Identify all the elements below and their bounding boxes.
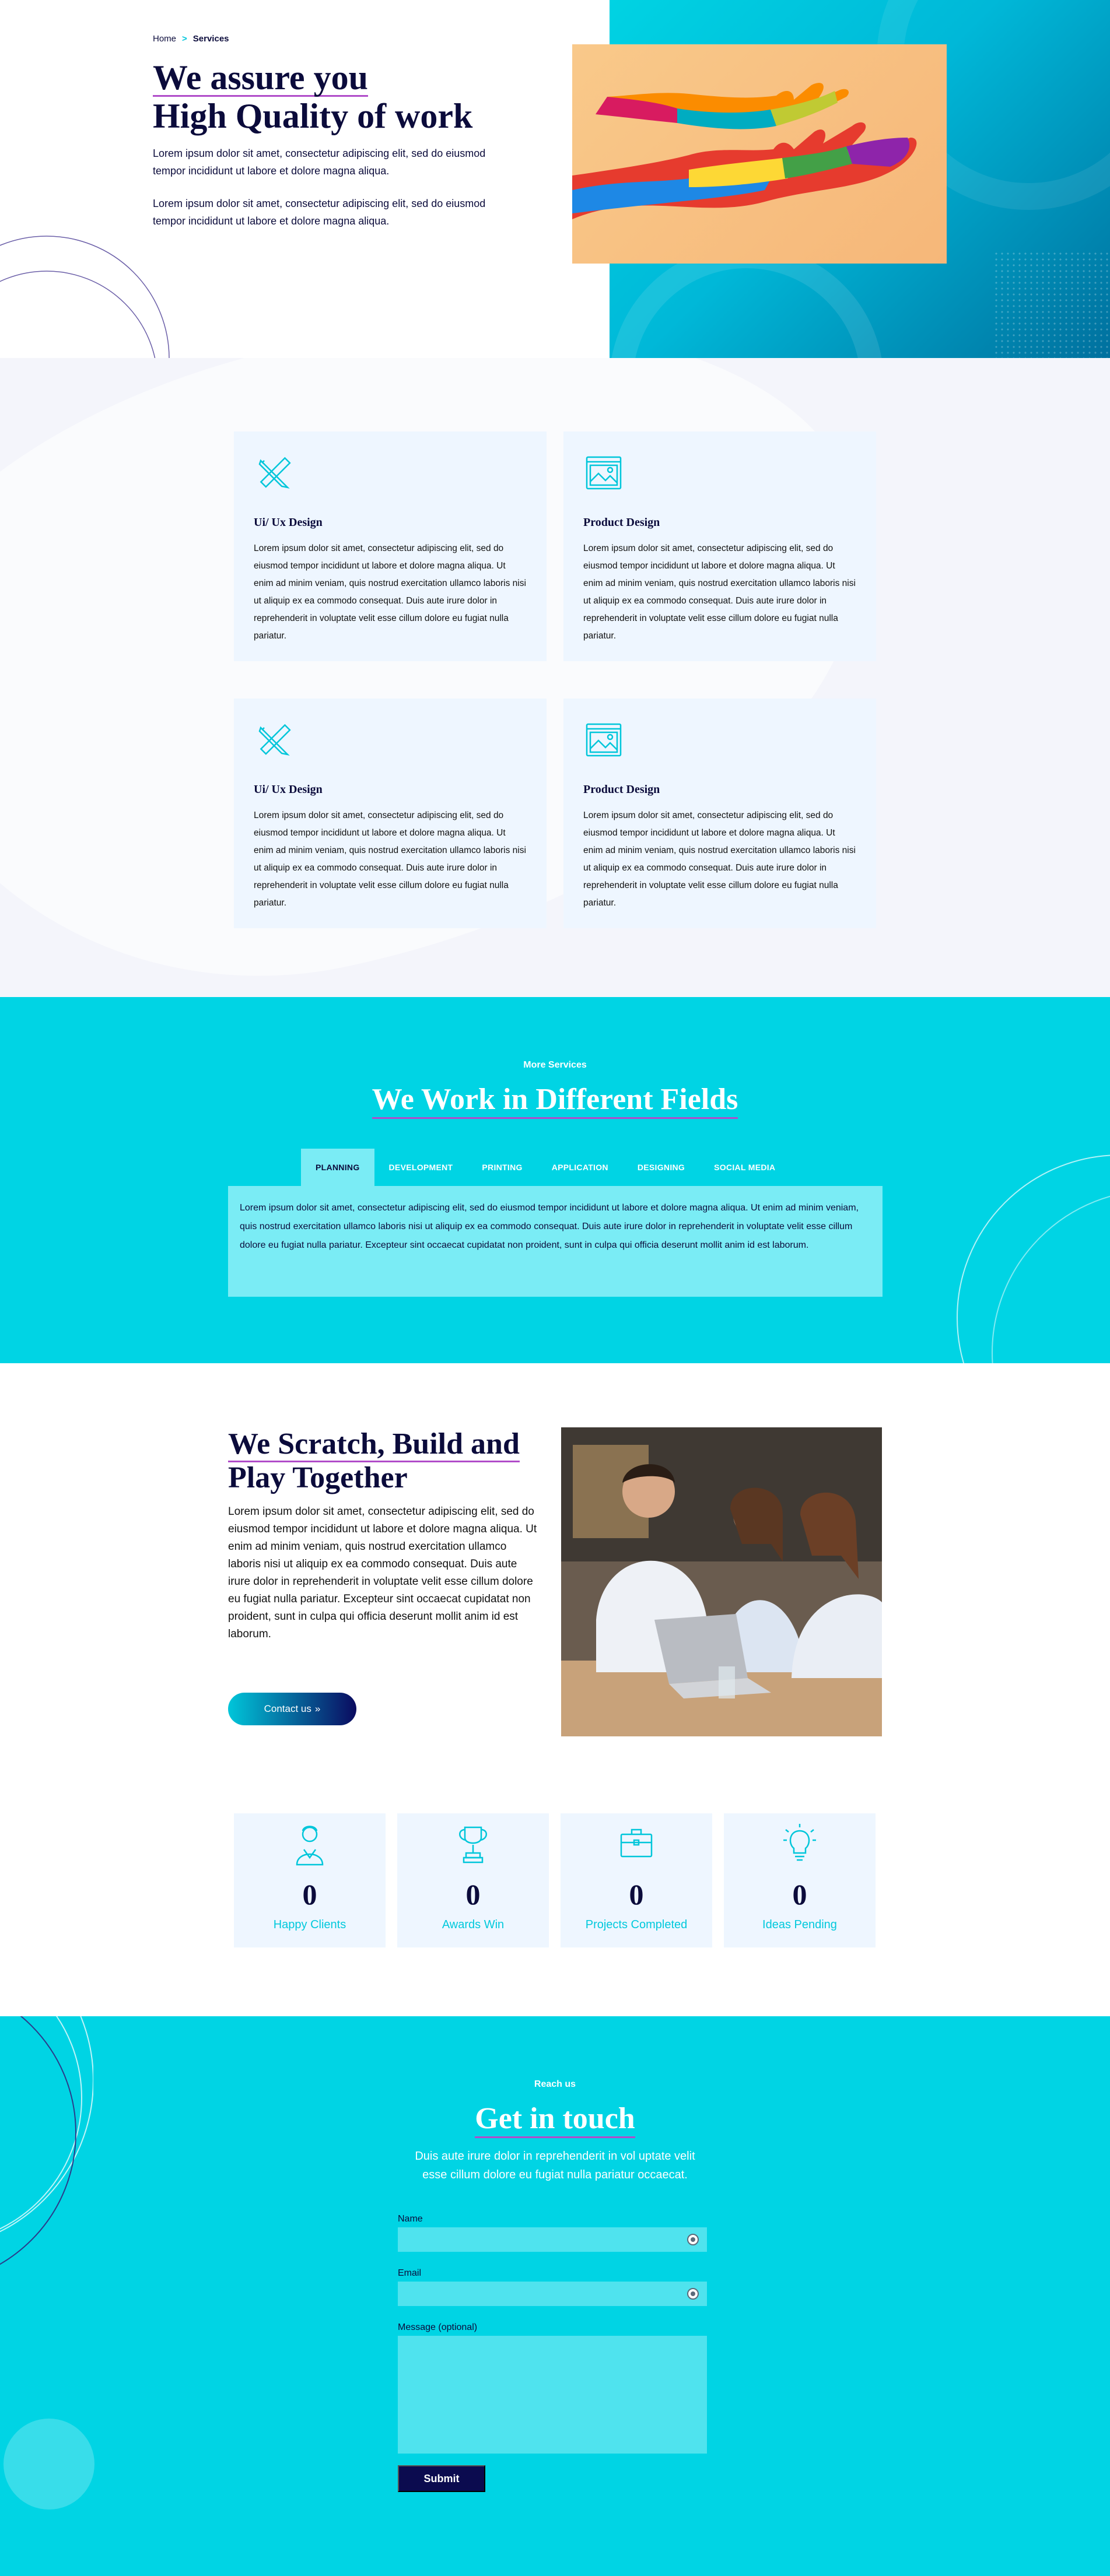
service-title: Ui/ Ux Design	[254, 516, 323, 529]
contact-subtitle-line1: Duis aute irure dolor in reprehenderit i…	[415, 2150, 695, 2163]
email-field[interactable]	[398, 2282, 707, 2306]
section-eyebrow: More Services	[523, 1060, 587, 1070]
decorative-arcs	[0, 2016, 93, 2265]
stat-card: 0 Projects Completed	[561, 1813, 712, 1947]
message-label: Message (optional)	[398, 2322, 478, 2332]
tab-designing[interactable]: DESIGNING	[623, 1149, 699, 1186]
autofill-icon[interactable]	[687, 2234, 699, 2245]
page-title: We assure you High Quality of work	[153, 58, 573, 135]
service-card: Product Design Lorem ipsum dolor sit ame…	[563, 699, 876, 928]
tab-planning[interactable]: PLANNING	[301, 1149, 374, 1186]
pencil-ruler-icon	[258, 457, 291, 489]
contact-title-text: Get in touch	[475, 2102, 635, 2138]
scratch-title-line1: We Scratch, Build and	[228, 1427, 520, 1462]
tab-development[interactable]: DEVELOPMENT	[374, 1149, 468, 1186]
breadcrumb: Home > Services	[153, 34, 229, 44]
stat-label: Happy Clients	[273, 1918, 346, 1931]
service-description: Lorem ipsum dolor sit amet, consectetur …	[583, 810, 856, 908]
service-tabs: PLANNING DEVELOPMENT PRINTING APPLICATIO…	[301, 1149, 790, 1186]
submit-button[interactable]: Submit	[398, 2465, 485, 2492]
service-card: Ui/ Ux Design Lorem ipsum dolor sit amet…	[234, 431, 547, 661]
briefcase-icon	[620, 1829, 653, 1858]
section-title-text: We Work in Different Fields	[372, 1083, 738, 1119]
team-photo-illustration	[561, 1427, 882, 1736]
stat-value: 0	[465, 1878, 481, 1911]
service-description: Lorem ipsum dolor sit amet, consectetur …	[254, 810, 526, 908]
services-section: Ui/ Ux Design Lorem ipsum dolor sit amet…	[0, 358, 1110, 997]
stat-card: 0 Ideas Pending	[724, 1813, 876, 1947]
section-title: We Work in Different Fields	[0, 1082, 1110, 1119]
page-title-line1: We assure you	[153, 58, 368, 97]
double-chevron-right-icon: »	[314, 1703, 321, 1714]
breadcrumb-current: Services	[192, 34, 229, 44]
stat-card: 0 Awards Win	[397, 1813, 549, 1947]
section-eyebrow: Reach us	[534, 2079, 576, 2089]
hero-paragraph: Lorem ipsum dolor sit amet, consectetur …	[153, 148, 486, 177]
page-title-line2: High Quality of work	[153, 97, 473, 135]
scratch-title: We Scratch, Build and Play Together	[228, 1427, 555, 1495]
decorative-dot-grid	[993, 251, 1110, 358]
tab-social-media[interactable]: SOCIAL MEDIA	[699, 1149, 790, 1186]
service-title: Product Design	[583, 516, 660, 529]
contact-subtitle-line2: esse cillum dolore eu fugiat nulla paria…	[422, 2168, 688, 2181]
lightbulb-icon	[783, 1824, 816, 1861]
message-textarea[interactable]	[398, 2336, 707, 2454]
team-photo	[561, 1427, 882, 1736]
stat-label: Awards Win	[442, 1918, 505, 1931]
contact-us-button[interactable]: Contact us »	[228, 1693, 356, 1725]
service-description: Lorem ipsum dolor sit amet, consectetur …	[254, 543, 526, 641]
stat-label: Ideas Pending	[762, 1918, 837, 1931]
stat-label: Projects Completed	[585, 1918, 688, 1931]
pencil-ruler-icon	[258, 724, 291, 756]
stat-value: 0	[302, 1878, 317, 1911]
name-label: Name	[398, 2214, 423, 2224]
service-description: Lorem ipsum dolor sit amet, consectetur …	[583, 543, 856, 641]
service-card: Product Design Lorem ipsum dolor sit ame…	[563, 431, 876, 661]
email-label: Email	[398, 2268, 422, 2278]
scratch-title-line2: Play Together	[228, 1461, 408, 1494]
stat-card: 0 Happy Clients	[234, 1813, 386, 1947]
hero-section: Home > Services We assure you High Quali…	[0, 0, 1110, 358]
scratch-paragraph: Lorem ipsum dolor sit amet, consectetur …	[228, 1505, 537, 1640]
breadcrumb-separator: >	[182, 34, 187, 44]
stat-value: 0	[792, 1878, 807, 1911]
painted-hands-illustration	[572, 83, 917, 219]
tab-panel: Lorem ipsum dolor sit amet, consectetur …	[228, 1186, 883, 1297]
service-card: Ui/ Ux Design Lorem ipsum dolor sit amet…	[234, 699, 547, 928]
hero-image-painted-hands	[572, 44, 947, 264]
tab-printing[interactable]: PRINTING	[467, 1149, 537, 1186]
user-icon	[296, 1826, 324, 1866]
contact-title: Get in touch	[0, 2101, 1110, 2138]
tab-application[interactable]: APPLICATION	[537, 1149, 623, 1186]
stat-value: 0	[629, 1878, 644, 1911]
trophy-icon	[459, 1826, 487, 1863]
autofill-icon[interactable]	[687, 2288, 699, 2300]
hero-paragraph: Lorem ipsum dolor sit amet, consectetur …	[153, 198, 486, 227]
image-frame-icon	[586, 723, 622, 757]
more-services-section: More Services We Work in Different Field…	[0, 997, 1110, 1363]
service-title: Ui/ Ux Design	[254, 783, 323, 796]
name-field[interactable]	[398, 2227, 707, 2252]
contact-us-label: Contact us	[264, 1703, 311, 1714]
breadcrumb-home-link[interactable]: Home	[153, 34, 176, 44]
image-frame-icon	[586, 456, 622, 490]
decorative-bubble	[3, 2419, 94, 2510]
service-title: Product Design	[583, 783, 660, 796]
